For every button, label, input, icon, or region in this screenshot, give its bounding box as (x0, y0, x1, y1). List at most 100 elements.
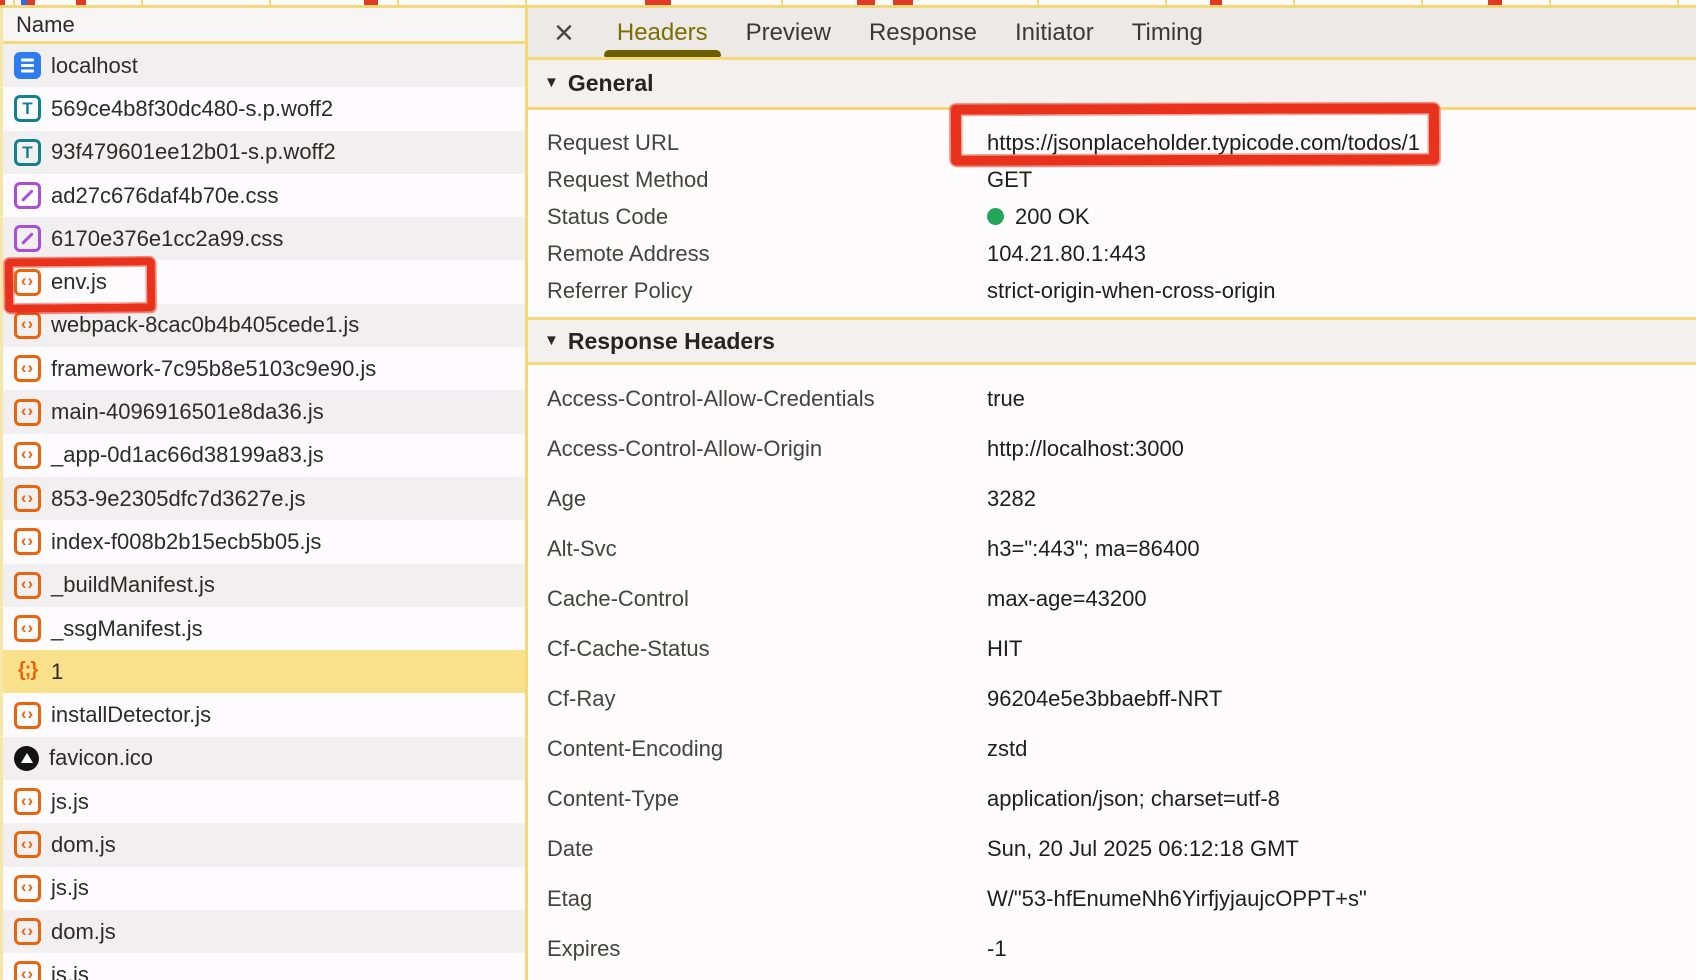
tab-initiator[interactable]: Initiator (996, 8, 1113, 57)
request-name: 853-9e2305dfc7d3627e.js (51, 486, 305, 512)
request-name: favicon.ico (49, 745, 153, 771)
header-value: Sun, 20 Jul 2025 06:12:18 GMT (987, 836, 1299, 862)
header-row: Expires-1 (547, 924, 1696, 974)
timeline-tick (141, 0, 143, 5)
header-row: Alt-Svch3=":443"; ma=86400 (547, 524, 1696, 574)
script-icon: ‹› (14, 269, 41, 296)
timeline-tick (13, 0, 15, 5)
request-row-selected[interactable]: {;} 1 (3, 650, 525, 693)
collapse-triangle-icon: ▼ (544, 332, 559, 349)
status-green-dot-icon (987, 208, 1004, 225)
header-row: Request MethodGET (547, 161, 1696, 198)
script-icon: ‹› (14, 442, 41, 469)
section-title: General (568, 70, 654, 97)
header-value: zstd (987, 736, 1027, 762)
request-name: main-4096916501e8da36.js (51, 399, 324, 425)
request-name: js.js (51, 789, 89, 815)
long-task-mark (893, 0, 913, 5)
timeline-tick (1165, 0, 1167, 5)
request-row[interactable]: localhost (3, 44, 525, 87)
script-icon: ‹› (14, 831, 41, 858)
request-name: installDetector.js (51, 702, 211, 728)
long-task-mark (0, 0, 5, 5)
request-row[interactable]: ‹› _ssgManifest.js (3, 607, 525, 650)
header-row: Content-Typeapplication/json; charset=ut… (547, 774, 1696, 824)
request-row[interactable]: ‹› env.js (3, 260, 525, 303)
request-row[interactable]: ‹› _app-0d1ac66d38199a83.js (3, 434, 525, 477)
request-name: localhost (51, 53, 138, 79)
request-row[interactable]: ad27c676daf4b70e.css (3, 174, 525, 217)
long-task-mark (645, 0, 671, 5)
header-value: true (987, 386, 1025, 412)
tab-headers[interactable]: Headers (598, 8, 727, 57)
request-row[interactable]: ‹› js.js (3, 867, 525, 910)
request-row[interactable]: ‹› webpack-8cac0b4b405cede1.js (3, 304, 525, 347)
script-icon: ‹› (14, 355, 41, 382)
request-row[interactable]: ‹› _buildManifest.js (3, 564, 525, 607)
headers-sections: ▼GeneralRequest URLhttps://jsonplacehold… (528, 60, 1696, 974)
requests-list-panel: Name localhost T 569ce4b8f30dc480-s.p.wo… (0, 8, 528, 980)
request-row[interactable]: ‹› installDetector.js (3, 693, 525, 736)
header-value: https://jsonplaceholder.typicode.com/tod… (987, 130, 1420, 156)
request-row[interactable]: ‹› main-4096916501e8da36.js (3, 390, 525, 433)
header-value: GET (987, 167, 1032, 193)
request-row[interactable]: ‹› js.js (3, 780, 525, 823)
script-icon: ‹› (14, 528, 41, 555)
tab-timing[interactable]: Timing (1113, 8, 1222, 57)
section-header-general[interactable]: ▼ General (528, 60, 1696, 110)
long-task-mark (1488, 0, 1502, 5)
request-row[interactable]: T 93f479601ee12b01-s.p.woff2 (3, 131, 525, 174)
stylesheet-icon (14, 225, 41, 252)
request-row[interactable]: favicon.ico (3, 737, 525, 780)
header-value: strict-origin-when-cross-origin (987, 278, 1276, 304)
timeline-tick (525, 0, 527, 5)
tab-preview[interactable]: Preview (727, 8, 850, 57)
tab-response[interactable]: Response (850, 8, 996, 57)
script-icon: ‹› (14, 702, 41, 729)
json-icon: {;} (14, 658, 41, 685)
section-title: Response Headers (568, 328, 775, 355)
request-row[interactable]: ‹› index-f008b2b15ecb5b05.js (3, 520, 525, 563)
request-row[interactable]: T 569ce4b8f30dc480-s.p.woff2 (3, 87, 525, 130)
header-row: Access-Control-Allow-Originhttp://localh… (547, 424, 1696, 474)
request-row[interactable]: ‹› 853-9e2305dfc7d3627e.js (3, 477, 525, 520)
request-row[interactable]: ‹› dom.js (3, 823, 525, 866)
collapse-triangle-icon: ▼ (544, 74, 559, 91)
section-header-response-headers[interactable]: ▼ Response Headers (528, 317, 1696, 365)
request-row[interactable]: ‹› framework-7c95b8e5103c9e90.js (3, 347, 525, 390)
details-tabs: HeadersPreviewResponseInitiatorTiming (598, 8, 1222, 57)
section-rows: Access-Control-Allow-CredentialstrueAcce… (528, 365, 1696, 974)
header-row: Cf-Cache-StatusHIT (547, 624, 1696, 674)
script-icon: ‹› (14, 399, 41, 426)
favicon-icon-glyph (21, 753, 33, 763)
header-name: Date (547, 836, 987, 862)
header-value: HIT (987, 636, 1022, 662)
header-row: Remote Address104.21.80.1:443 (547, 235, 1696, 272)
request-name: dom.js (51, 919, 116, 945)
requests-list: localhost T 569ce4b8f30dc480-s.p.woff2 T… (3, 44, 525, 980)
header-row: Cf-Ray96204e5e3bbaebff-NRT (547, 674, 1696, 724)
timeline-tick (1293, 0, 1295, 5)
request-row[interactable]: ‹› dom.js (3, 910, 525, 953)
header-name: Etag (547, 886, 987, 912)
timeline-tick (1421, 0, 1423, 5)
close-icon[interactable]: × (554, 16, 574, 50)
request-row[interactable]: ‹› js.js (3, 953, 525, 980)
header-name: Request Method (547, 167, 987, 193)
request-row[interactable]: 6170e376e1cc2a99.css (3, 217, 525, 260)
request-name: 569ce4b8f30dc480-s.p.woff2 (51, 96, 333, 122)
script-icon: ‹› (14, 961, 41, 980)
header-name: Cf-Ray (547, 686, 987, 712)
favicon-icon (14, 746, 39, 771)
long-task-mark (364, 0, 378, 5)
script-icon: ‹› (14, 918, 41, 945)
document-icon-glyph (21, 64, 34, 67)
long-task-mark (76, 0, 86, 5)
network-overview-strip[interactable] (0, 0, 1696, 8)
long-task-mark (27, 0, 35, 5)
header-row: Cache-Controlmax-age=43200 (547, 574, 1696, 624)
header-value: 200 OK (987, 204, 1090, 230)
name-column-header[interactable]: Name (3, 8, 525, 44)
header-name: Remote Address (547, 241, 987, 267)
stylesheet-icon-glyph (21, 189, 34, 202)
